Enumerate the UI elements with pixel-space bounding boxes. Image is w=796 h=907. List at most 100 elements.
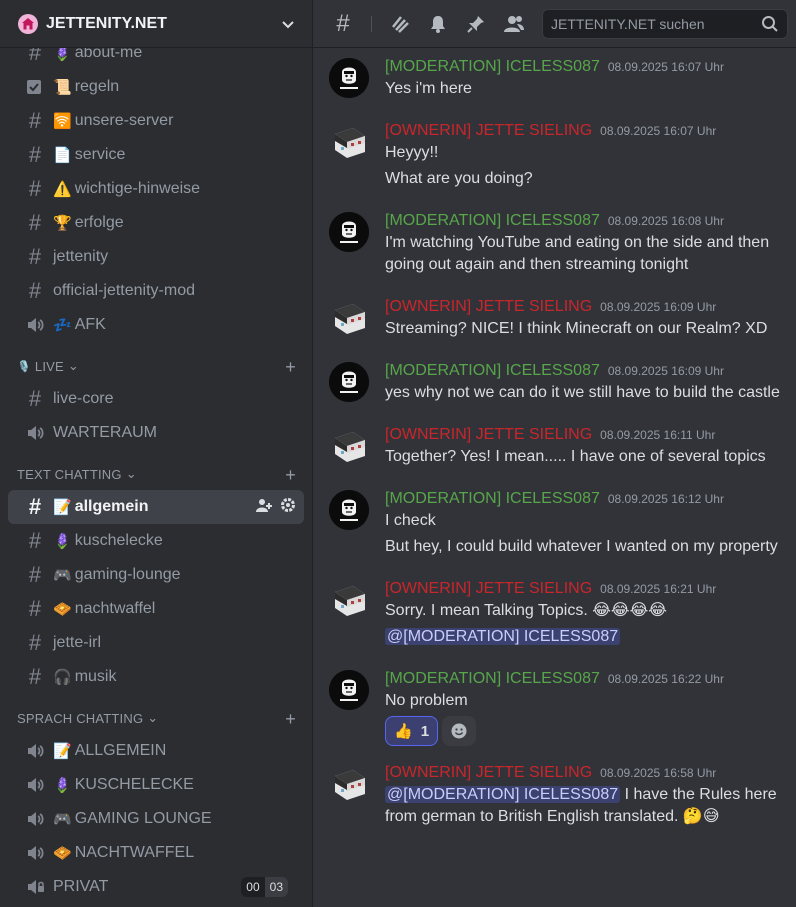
channel-regeln[interactable]: 📜 regeln <box>8 70 304 104</box>
channel-sidebar: JETTENITY.NET # 🪻 about-me 📜 regeln # 🛜 unsere-… <box>0 0 313 907</box>
channel-official-jettenity-mod[interactable]: # official-jettenity-mod <box>8 274 304 308</box>
channel-emoji: 🪻 <box>53 533 72 550</box>
speaker-icon <box>25 809 45 829</box>
user-avatar[interactable] <box>329 426 369 466</box>
user-avatar[interactable] <box>329 764 369 804</box>
user-avatar[interactable] <box>329 212 369 252</box>
channel-emoji: 📝 <box>53 499 72 516</box>
channel-emoji: 🧇 <box>53 601 72 618</box>
members-icon[interactable] <box>500 12 528 36</box>
channel-name: gaming-lounge <box>74 566 181 583</box>
user-avatar[interactable] <box>329 490 369 530</box>
add-channel-icon[interactable]: + <box>285 358 296 376</box>
reaction-count: 1 <box>420 722 430 740</box>
channel-name: musik <box>74 668 117 685</box>
channel-live-core[interactable]: # live-core <box>8 382 304 416</box>
channel-emoji: 🛜 <box>53 113 72 130</box>
timestamp: 08.09.2025 16:21 Uhr <box>600 582 717 596</box>
hash-icon: # <box>28 494 42 519</box>
user-avatar[interactable] <box>329 362 369 402</box>
hash-icon: # <box>28 528 42 553</box>
channel-allgemein[interactable]: 📝 ALLGEMEIN <box>8 734 304 768</box>
message-body: [OWNERIN] JETTE SIELING 08.09.2025 16:58 … <box>385 764 786 832</box>
channel-warteraum[interactable]: WARTERAUM <box>8 416 304 450</box>
user-avatar[interactable] <box>329 670 369 710</box>
author-name[interactable]: [MODERATION] ICELESS087 <box>385 362 600 380</box>
speaker-icon <box>25 741 45 761</box>
gear-icon[interactable] <box>280 497 296 518</box>
hash-icon: # <box>28 562 42 587</box>
channel-nachtwaffel[interactable]: 🧇 NACHTWAFFEL <box>8 836 304 870</box>
chevron-down-icon[interactable] <box>280 16 296 32</box>
message-text: No problem <box>385 692 468 709</box>
author-name[interactable]: [MODERATION] ICELESS087 <box>385 212 600 230</box>
hash-icon: # <box>28 278 42 303</box>
author-name[interactable]: [MODERATION] ICELESS087 <box>385 490 600 508</box>
channel-erfolge[interactable]: # 🏆 erfolge <box>8 206 304 240</box>
invite-icon[interactable] <box>256 497 272 518</box>
add-reaction-button[interactable] <box>442 716 477 746</box>
channel-name: unsere-server <box>74 112 174 129</box>
channel-musik[interactable]: # 🎧 musik <box>8 660 304 694</box>
hash-icon: # <box>336 9 350 37</box>
channel-kuschelecke[interactable]: # 🪻 kuschelecke <box>8 524 304 558</box>
user-avatar[interactable] <box>329 298 369 338</box>
category-text-chatting[interactable]: TEXT CHATTING ⌄ + <box>0 450 312 490</box>
channel-service[interactable]: # 📄 service <box>8 138 304 172</box>
user-limit-badge: 00 03 <box>241 877 288 897</box>
channel-jette-irl[interactable]: # jette-irl <box>8 626 304 660</box>
user-mention[interactable]: @[MODERATION] ICELESS087 <box>385 628 621 645</box>
channel-name: kuschelecke <box>74 532 163 549</box>
user-avatar[interactable] <box>329 580 369 620</box>
add-channel-icon[interactable]: + <box>285 710 296 728</box>
category-name: 🎙️ LIVE ⌄ <box>17 358 285 374</box>
message-header: [MODERATION] ICELESS087 08.09.2025 16:08 … <box>385 212 786 230</box>
add-channel-icon[interactable]: + <box>285 466 296 484</box>
channel-jettenity[interactable]: # jettenity <box>8 240 304 274</box>
channel-gaming-lounge[interactable]: # 🎮 gaming-lounge <box>8 558 304 592</box>
channel-nachtwaffel[interactable]: # 🧇 nachtwaffel <box>8 592 304 626</box>
pin-icon[interactable] <box>462 12 490 36</box>
author-name[interactable]: [MODERATION] ICELESS087 <box>385 58 600 76</box>
message-body: [MODERATION] ICELESS087 08.09.2025 16:09 … <box>385 362 786 408</box>
category-live[interactable]: 🎙️ LIVE ⌄ + <box>0 342 312 382</box>
user-avatar[interactable] <box>329 58 369 98</box>
author-name[interactable]: [OWNERIN] JETTE SIELING <box>385 298 592 316</box>
search-input[interactable]: JETTENITY.NET suchen <box>542 8 788 39</box>
hash-icon: # <box>28 210 42 235</box>
message-body: [OWNERIN] JETTE SIELING 08.09.2025 16:09 … <box>385 298 786 344</box>
author-name[interactable]: [OWNERIN] JETTE SIELING <box>385 764 592 782</box>
channel-wichtige-hinweise[interactable]: # ⚠️ wichtige-hinweise <box>8 172 304 206</box>
threads-icon[interactable] <box>386 12 414 36</box>
author-name[interactable]: [OWNERIN] JETTE SIELING <box>385 426 592 444</box>
channel-kuschelecke[interactable]: 🪻 KUSCHELECKE <box>8 768 304 802</box>
message-text: @[MODERATION] ICELESS087 <box>385 626 786 648</box>
message-header: [MODERATION] ICELESS087 08.09.2025 16:12 … <box>385 490 786 508</box>
category-name: TEXT CHATTING ⌄ <box>17 466 285 482</box>
channel-gaming-lounge[interactable]: 🎮 GAMING LOUNGE <box>8 802 304 836</box>
hash-icon: # <box>28 142 42 167</box>
channel-name: regeln <box>74 78 120 95</box>
bell-icon[interactable] <box>424 12 452 36</box>
channel-privat[interactable]: PRIVAT 00 03 <box>8 870 304 904</box>
speaker-icon <box>25 315 45 335</box>
channel-unsere-server[interactable]: # 🛜 unsere-server <box>8 104 304 138</box>
hash-icon: # <box>28 386 42 411</box>
chevron-down-icon: ⌄ <box>67 358 79 373</box>
author-name[interactable]: [MODERATION] ICELESS087 <box>385 670 600 688</box>
message-text: I check <box>385 512 436 529</box>
channel-name: official-jettenity-mod <box>53 282 195 299</box>
message-text: @[MODERATION] ICELESS087 I have the Rule… <box>385 784 786 828</box>
user-avatar[interactable] <box>329 122 369 162</box>
hash-icon: # <box>28 108 42 133</box>
channel-allgemein[interactable]: # 📝 allgemein <box>8 490 304 524</box>
chat-message: [MODERATION] ICELESS087 08.09.2025 16:22 … <box>329 670 786 746</box>
author-name[interactable]: [OWNERIN] JETTE SIELING <box>385 580 592 598</box>
channel-afk[interactable]: 💤 AFK <box>8 308 304 342</box>
author-name[interactable]: [OWNERIN] JETTE SIELING <box>385 122 592 140</box>
reaction-thumbs-up[interactable]: 👍 1 <box>385 716 439 746</box>
timestamp: 08.09.2025 16:08 Uhr <box>607 214 724 228</box>
user-mention[interactable]: @[MODERATION] ICELESS087 <box>385 786 621 803</box>
category-sprach-chatting[interactable]: SPRACH CHATTING ⌄ + <box>0 694 312 734</box>
server-header[interactable]: JETTENITY.NET <box>0 0 312 48</box>
